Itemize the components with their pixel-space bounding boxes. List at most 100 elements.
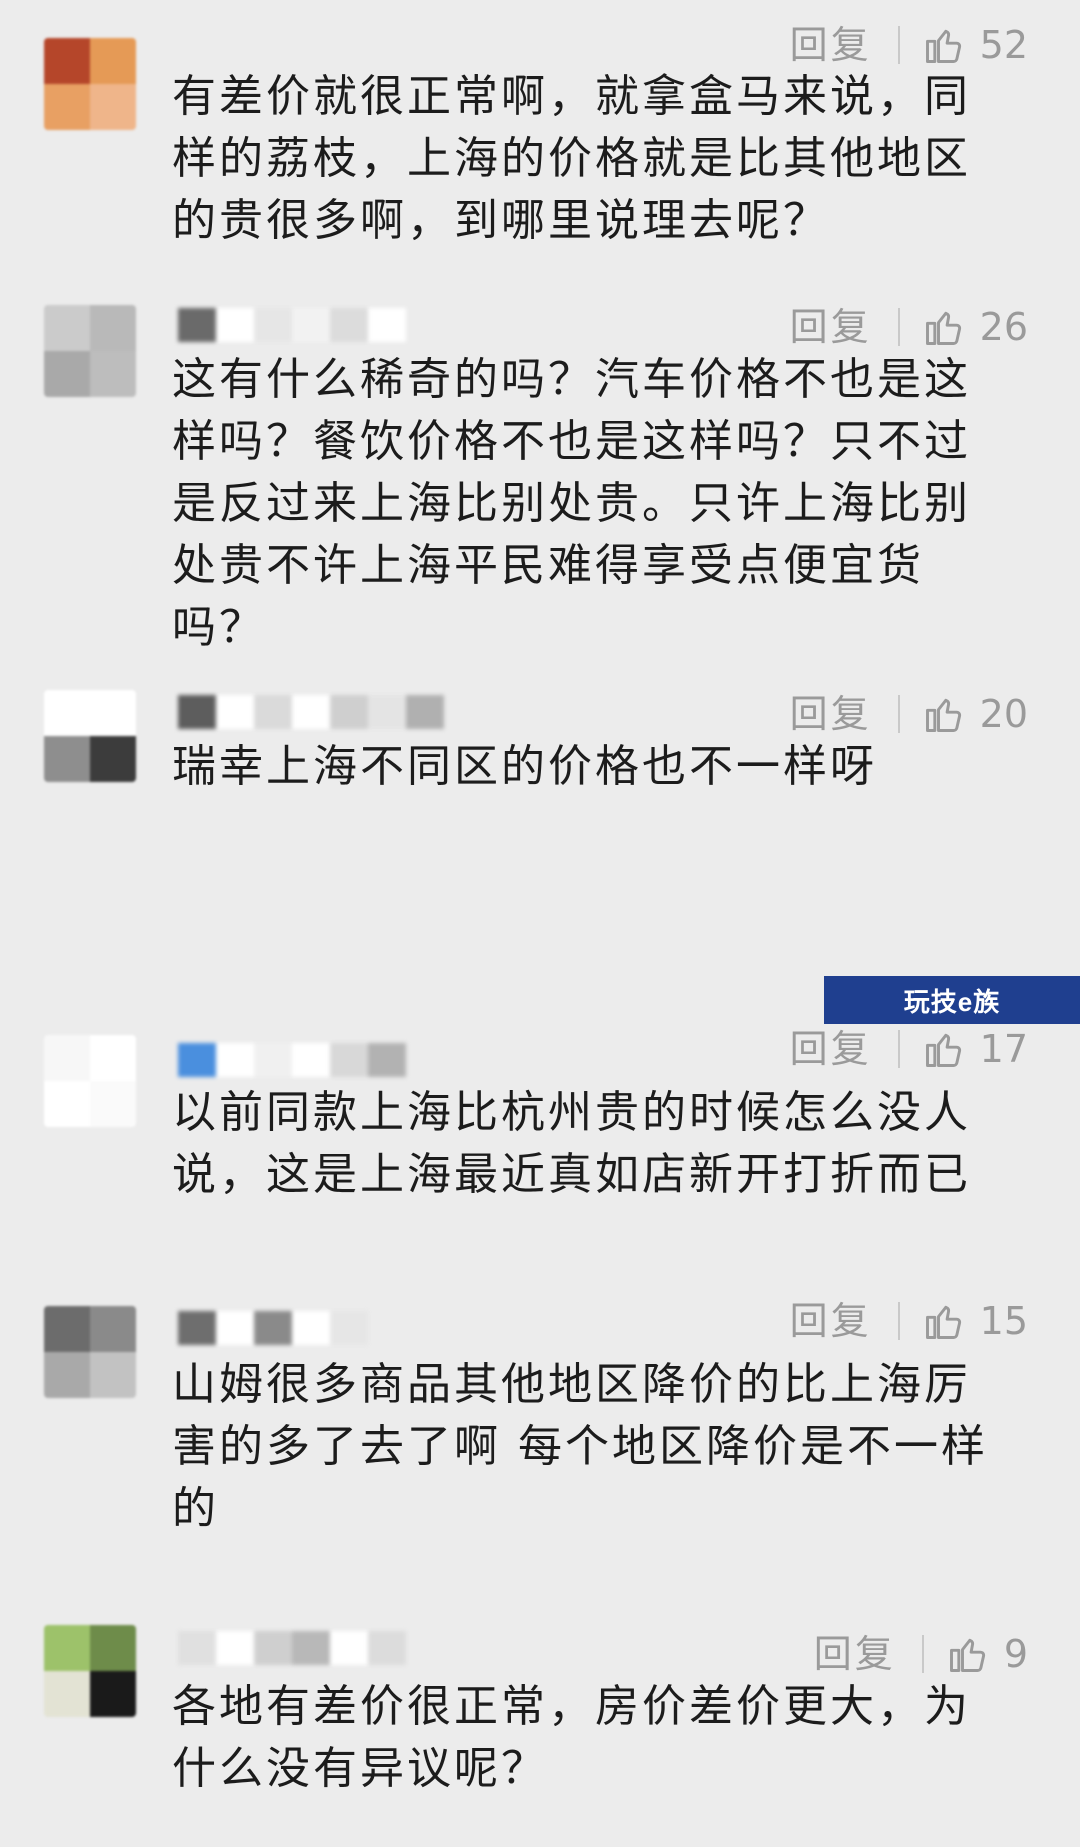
thumbs-up-icon[interactable] — [922, 692, 966, 736]
username-mosaic-block — [254, 695, 292, 729]
avatar[interactable] — [44, 1035, 136, 1127]
reply-button[interactable]: 回复 — [790, 1302, 872, 1340]
avatar[interactable] — [44, 38, 136, 130]
divider — [897, 308, 900, 346]
username-mosaic-block — [368, 1631, 406, 1665]
comment-text: 各地有差价很正常，房价差价更大，为什么没有异议呢？ — [172, 1681, 971, 1794]
thumbs-up-icon[interactable] — [922, 1299, 966, 1343]
like-count: 26 — [979, 305, 1028, 349]
username-mosaic-block — [406, 695, 444, 729]
avatar[interactable] — [44, 1625, 136, 1717]
avatar-tile — [44, 38, 90, 84]
avatar-tile — [44, 1306, 90, 1352]
like-count: 17 — [979, 1027, 1028, 1071]
thumbs-up-icon[interactable] — [922, 1027, 966, 1071]
avatar-tile — [90, 305, 136, 351]
avatar[interactable] — [44, 1306, 136, 1398]
comment-actions: 回复 26 — [790, 302, 1028, 352]
reply-button[interactable]: 回复 — [790, 308, 872, 346]
avatar-tile — [44, 351, 90, 397]
username-mosaic-block — [292, 308, 330, 342]
username-mosaic-block — [178, 308, 216, 342]
username-mosaic-block — [292, 1311, 330, 1345]
avatar-tile — [90, 84, 136, 130]
avatar-tile — [90, 736, 136, 782]
username-blurred[interactable] — [178, 692, 444, 732]
username-mosaic-block — [292, 1631, 330, 1665]
username-blurred[interactable] — [178, 1308, 368, 1348]
username-mosaic-block — [216, 308, 254, 342]
comment-actions: 回复 15 — [790, 1296, 1028, 1346]
username-mosaic-block — [254, 1043, 292, 1077]
divider — [897, 26, 900, 64]
thumbs-up-icon[interactable] — [922, 23, 966, 67]
comment-text: 以前同款上海比杭州贵的时候怎么没人说，这是上海最近真如店新开打折而已 — [172, 1087, 971, 1200]
username-mosaic-block — [368, 695, 406, 729]
username-blurred[interactable] — [178, 305, 406, 345]
username-mosaic-block — [330, 308, 368, 342]
avatar-tile — [44, 736, 90, 782]
avatar-tile — [90, 1306, 136, 1352]
username-mosaic-block — [216, 1631, 254, 1665]
username-mosaic-block — [330, 1631, 368, 1665]
comment-text: 山姆很多商品其他地区降价的比上海厉害的多了去了啊 每个地区降价是不一样的 — [172, 1359, 988, 1534]
username-mosaic-block — [178, 1043, 216, 1077]
avatar-tile — [90, 351, 136, 397]
avatar-tile — [44, 1035, 90, 1081]
avatar[interactable] — [44, 690, 136, 782]
username-mosaic-block — [216, 695, 254, 729]
divider — [897, 1302, 900, 1340]
avatar-tile — [90, 1035, 136, 1081]
username-mosaic-block — [292, 1043, 330, 1077]
avatar[interactable] — [44, 305, 136, 397]
username-mosaic-block — [178, 1311, 216, 1345]
username-mosaic-block — [330, 1043, 368, 1077]
avatar-tile — [44, 1081, 90, 1127]
reply-button[interactable]: 回复 — [790, 695, 872, 733]
avatar-tile — [44, 305, 90, 351]
username-blurred[interactable] — [178, 1040, 406, 1080]
comment-text: 有差价就很正常啊，就拿盒马来说，同样的荔枝，上海的价格就是比其他地区的贵很多啊，… — [172, 71, 971, 246]
like-count: 9 — [1003, 1632, 1028, 1676]
username-mosaic-block — [368, 308, 406, 342]
reply-button[interactable]: 回复 — [790, 26, 872, 64]
username-mosaic-block — [178, 1631, 216, 1665]
like-count: 15 — [979, 1299, 1028, 1343]
divider — [897, 695, 900, 733]
avatar-tile — [90, 1625, 136, 1671]
username-mosaic-block — [254, 1311, 292, 1345]
avatar-tile — [44, 690, 90, 736]
reply-button[interactable]: 回复 — [814, 1635, 896, 1673]
username-mosaic-block — [368, 1043, 406, 1077]
avatar-tile — [90, 1081, 136, 1127]
username-mosaic-block — [292, 695, 330, 729]
comment-text: 瑞幸上海不同区的价格也不一样呀 — [172, 741, 877, 792]
username-mosaic-block — [330, 1311, 368, 1345]
avatar-tile — [44, 84, 90, 130]
like-count: 52 — [979, 23, 1028, 67]
avatar-tile — [90, 38, 136, 84]
comment-actions: 回复 9 — [814, 1629, 1028, 1679]
comment-actions: 回复 17 — [790, 1024, 1028, 1074]
username-mosaic-block — [330, 695, 368, 729]
comment-actions: 回复 20 — [790, 689, 1028, 739]
username-mosaic-block — [216, 1043, 254, 1077]
username-mosaic-block — [178, 695, 216, 729]
thumbs-up-icon[interactable] — [946, 1632, 990, 1676]
username-mosaic-block — [216, 1311, 254, 1345]
watermark-logo: 玩技e族 — [824, 976, 1080, 1024]
comment-actions: 回复 52 — [790, 20, 1028, 70]
like-count: 20 — [979, 692, 1028, 736]
comment-text: 这有什么稀奇的吗？汽车价格不也是这样吗？餐饮价格不也是这样吗？只不过是反过来上海… — [172, 354, 971, 653]
avatar-tile — [44, 1625, 90, 1671]
thumbs-up-icon[interactable] — [922, 305, 966, 349]
username-blurred[interactable] — [178, 1628, 406, 1668]
avatar-tile — [44, 1671, 90, 1717]
username-mosaic-block — [254, 1631, 292, 1665]
avatar-tile — [44, 1352, 90, 1398]
reply-button[interactable]: 回复 — [790, 1030, 872, 1068]
divider — [921, 1635, 924, 1673]
username-mosaic-block — [254, 308, 292, 342]
avatar-tile — [90, 690, 136, 736]
avatar-tile — [90, 1671, 136, 1717]
